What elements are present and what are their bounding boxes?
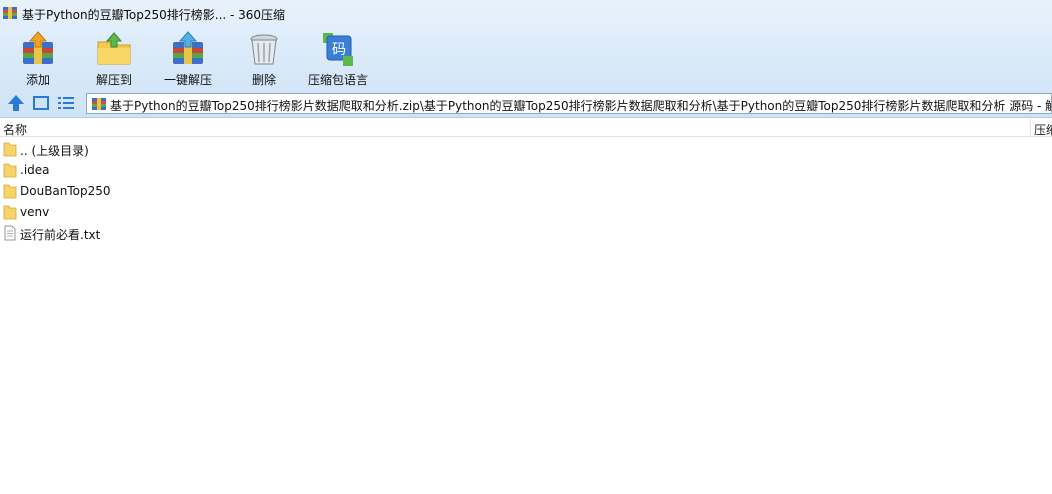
extract-to-label: 解压到: [95, 73, 132, 87]
thumbnail-view-icon[interactable]: [32, 94, 50, 112]
folder-icon: [3, 163, 17, 178]
file-name: .idea: [20, 163, 50, 177]
one-click-extract-icon: [173, 31, 203, 64]
archive-language-button[interactable]: 码 压缩包语言: [306, 28, 370, 88]
archive-language-icon: 码: [323, 33, 353, 66]
delete-trash-icon: [250, 34, 278, 65]
list-item[interactable]: .idea: [0, 160, 600, 181]
list-item[interactable]: DouBanTop250: [0, 181, 600, 202]
delete-button[interactable]: 删除: [240, 28, 288, 88]
delete-label: 删除: [251, 73, 276, 87]
text-file-icon: [4, 225, 16, 241]
title-bar: 基于Python的豆瓣Top250排行榜影... - 360压缩: [0, 0, 1052, 26]
window-chrome: 基于Python的豆瓣Top250排行榜影... - 360压缩 添加 解压到 …: [0, 0, 1052, 118]
archive-app-icon: [3, 7, 17, 19]
extract-to-button[interactable]: 解压到: [90, 28, 138, 88]
extract-to-icon: [97, 32, 131, 65]
file-list: 名称 压缩 .. (上级目录) .idea DouBanTop250: [0, 119, 1052, 494]
folder-icon: [3, 205, 17, 220]
list-view-icon[interactable]: [57, 94, 75, 112]
list-item[interactable]: venv: [0, 202, 600, 223]
column-header: 名称 压缩: [0, 119, 1052, 137]
column-compressed-header[interactable]: 压缩: [1034, 121, 1052, 138]
address-bar[interactable]: 基于Python的豆瓣Top250排行榜影片数据爬取和分析.zip\基于Pyth…: [86, 93, 1052, 114]
file-name: 运行前必看.txt: [20, 228, 101, 242]
up-arrow-icon[interactable]: [7, 94, 25, 112]
file-name: venv: [20, 205, 50, 219]
file-name: .. (上级目录): [20, 144, 89, 158]
list-item[interactable]: 运行前必看.txt: [0, 223, 600, 244]
add-archive-icon: [23, 31, 53, 64]
zip-archive-icon: [92, 98, 106, 110]
folder-icon: [3, 142, 17, 157]
column-name-header[interactable]: 名称: [3, 121, 27, 138]
archive-language-label: 压缩包语言: [307, 73, 368, 87]
language-glyph: 码: [332, 42, 346, 58]
address-path: 基于Python的豆瓣Top250排行榜影片数据爬取和分析.zip\基于Pyth…: [110, 99, 1052, 113]
add-label: 添加: [25, 73, 50, 87]
add-button[interactable]: 添加: [14, 28, 62, 88]
file-name: DouBanTop250: [20, 184, 111, 198]
app-window: 基于Python的豆瓣Top250排行榜影... - 360压缩 添加 解压到 …: [0, 0, 1052, 494]
address-row: 基于Python的豆瓣Top250排行榜影片数据爬取和分析.zip\基于Pyth…: [0, 92, 1052, 114]
toolbar: 添加 解压到 一键解压 删除 码 压缩包语言: [0, 28, 420, 88]
one-click-extract-button[interactable]: 一键解压: [160, 28, 216, 88]
column-divider[interactable]: [1030, 119, 1031, 137]
window-title: 基于Python的豆瓣Top250排行榜影... - 360压缩: [22, 8, 286, 22]
list-item[interactable]: .. (上级目录): [0, 139, 600, 160]
folder-icon: [3, 184, 17, 199]
one-click-extract-label: 一键解压: [163, 73, 212, 87]
